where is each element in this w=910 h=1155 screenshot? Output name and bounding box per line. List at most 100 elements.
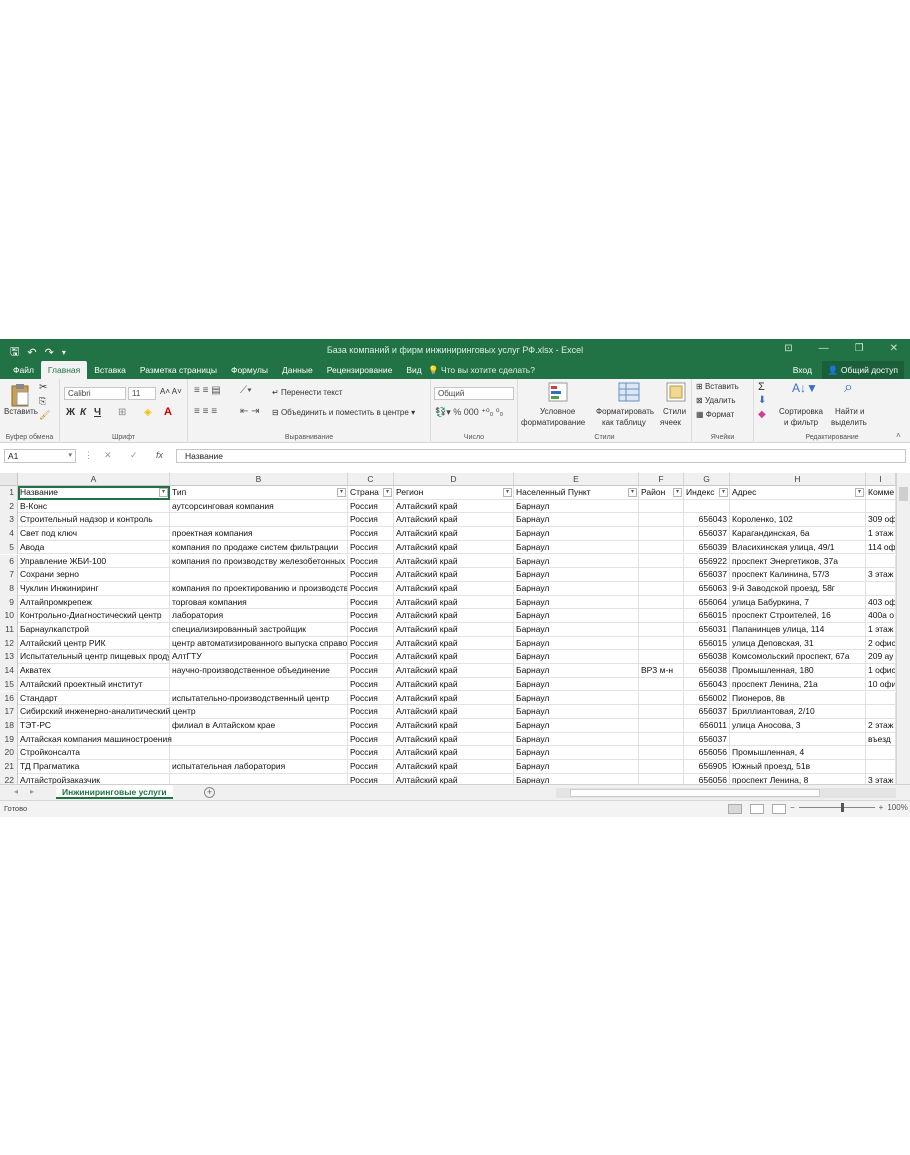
cell[interactable]: Управление ЖБИ-100 <box>18 554 170 569</box>
zoom-in-icon[interactable]: + <box>879 803 884 812</box>
cell[interactable]: 1 офис <box>866 664 896 678</box>
cell[interactable]: 656905 <box>684 760 730 774</box>
enter-icon[interactable]: ✓ <box>130 450 138 461</box>
sheet-nav-left-icon[interactable]: ◂ <box>14 787 18 796</box>
cell[interactable]: Барнаул <box>514 499 639 514</box>
cell[interactable]: В-Конс <box>18 499 170 514</box>
cell[interactable]: 403 оф <box>866 595 896 610</box>
cell[interactable]: Алтайский центр РИК <box>18 636 170 651</box>
select-all-corner[interactable] <box>0 473 18 486</box>
cell-styles-label-2[interactable]: ячеек <box>660 418 681 427</box>
cell[interactable] <box>866 691 896 706</box>
cell[interactable]: Алтайпромкрепеж <box>18 595 170 610</box>
row-number[interactable]: 16 <box>0 691 18 706</box>
sort-filter-label-1[interactable]: Сортировка <box>779 407 823 416</box>
cell[interactable] <box>639 513 684 528</box>
cell[interactable]: испытательно-производственный центр <box>170 691 348 706</box>
clear-icon[interactable]: ◆ <box>758 409 766 420</box>
row-number[interactable]: 15 <box>0 677 18 692</box>
cell[interactable]: 656002 <box>684 691 730 706</box>
cell[interactable]: 309 оф <box>866 513 896 528</box>
cell[interactable]: 656043 <box>684 677 730 692</box>
sheet-tab-engineering[interactable]: Инжиниринговые услуги <box>56 785 173 799</box>
paste-icon[interactable] <box>10 383 30 407</box>
row-number[interactable]: 17 <box>0 705 18 719</box>
cell[interactable]: Алтайская компания машиностроения <box>18 732 172 747</box>
cell[interactable]: Алтайский проектный институт <box>18 677 170 692</box>
cell[interactable]: Авода <box>18 540 170 555</box>
cell[interactable]: Россия <box>348 760 394 774</box>
cell[interactable] <box>170 773 348 784</box>
cell[interactable]: 1 этаж <box>866 623 896 637</box>
cell[interactable]: Промышленная, 4 <box>730 746 866 760</box>
cell[interactable]: Алтайский край <box>394 746 514 760</box>
tab-data[interactable]: Данные <box>275 361 320 379</box>
header-cell[interactable]: Комме <box>866 486 896 500</box>
normal-view-icon[interactable] <box>728 804 742 814</box>
header-cell[interactable]: Страна ▾ <box>348 486 394 500</box>
cell[interactable]: Строительный надзор и контроль <box>18 513 170 528</box>
column-header[interactable]: C <box>348 473 394 486</box>
cell[interactable]: 656056 <box>684 773 730 784</box>
delete-cells-button[interactable]: ⊠ Удалить <box>696 396 735 405</box>
cell[interactable]: центр автоматизированного выпуска справо… <box>170 636 348 651</box>
conditional-formatting-label-1[interactable]: Условное <box>540 407 575 416</box>
cell[interactable]: 656038 <box>684 650 730 665</box>
cell[interactable]: Алтайский край <box>394 527 514 541</box>
cell[interactable] <box>170 568 348 582</box>
cell[interactable] <box>866 581 896 596</box>
cell[interactable]: Алтайский край <box>394 609 514 623</box>
row-number[interactable]: 10 <box>0 609 18 623</box>
cell[interactable]: 656011 <box>684 718 730 733</box>
cell[interactable] <box>639 705 684 719</box>
cell[interactable] <box>866 705 896 719</box>
cell[interactable]: 656015 <box>684 636 730 651</box>
cell[interactable]: Чуклин Инжиниринг <box>18 581 170 596</box>
row-number[interactable]: 3 <box>0 513 18 528</box>
header-cell[interactable]: Тип ▾ <box>170 486 348 500</box>
cell[interactable]: Барнаулкапстрой <box>18 623 170 637</box>
cell[interactable]: специализированный застройщик <box>170 623 348 637</box>
row-number[interactable]: 11 <box>0 623 18 637</box>
header-cell[interactable]: Адрес ▾ <box>730 486 866 500</box>
cell[interactable]: Россия <box>348 677 394 692</box>
name-box[interactable]: A1 ▾ <box>4 449 76 463</box>
cell[interactable]: 656922 <box>684 554 730 569</box>
cell[interactable]: Алтайский край <box>394 677 514 692</box>
cell[interactable]: Россия <box>348 513 394 528</box>
cell[interactable]: Барнаул <box>514 554 639 569</box>
cell-styles-label-1[interactable]: Стили <box>663 407 686 416</box>
cell[interactable]: Барнаул <box>514 636 639 651</box>
cell[interactable] <box>730 499 866 514</box>
cell[interactable]: Алтайский край <box>394 705 514 719</box>
filter-dropdown-icon[interactable]: ▾ <box>855 488 864 497</box>
cell[interactable]: Акватех <box>18 664 170 678</box>
column-header[interactable]: G <box>684 473 730 486</box>
cell[interactable]: Алтайский край <box>394 636 514 651</box>
cell[interactable]: Барнаул <box>514 773 639 784</box>
cell[interactable]: ТЭТ-РС <box>18 718 170 733</box>
cell[interactable]: Барнаул <box>514 609 639 623</box>
cell[interactable] <box>639 623 684 637</box>
cell[interactable]: 209 ау <box>866 650 896 665</box>
cell[interactable]: Комсомольский проспект, 67а <box>730 650 866 665</box>
cell[interactable]: Россия <box>348 581 394 596</box>
header-cell[interactable]: Регион ▾ <box>394 486 514 500</box>
cell[interactable] <box>170 746 348 760</box>
cell[interactable]: улица Деповская, 31 <box>730 636 866 651</box>
bold-button[interactable]: Ж <box>66 407 75 418</box>
cell[interactable] <box>170 732 348 747</box>
cell[interactable]: испытательная лаборатория <box>170 760 348 774</box>
cell[interactable]: Россия <box>348 664 394 678</box>
sort-filter-label-2[interactable]: и фильтр <box>784 418 818 427</box>
cell[interactable] <box>639 595 684 610</box>
cell[interactable]: АлтГТУ <box>170 650 348 665</box>
cell[interactable]: Россия <box>348 650 394 665</box>
cell[interactable]: 2 этаж <box>866 718 896 733</box>
number-format-select[interactable]: Общий <box>434 387 514 400</box>
cell[interactable] <box>730 732 866 747</box>
cell[interactable]: филиал в Алтайском крае <box>170 718 348 733</box>
cell[interactable] <box>639 691 684 706</box>
cell[interactable]: 656043 <box>684 513 730 528</box>
horizontal-scroll-thumb[interactable] <box>570 789 820 797</box>
